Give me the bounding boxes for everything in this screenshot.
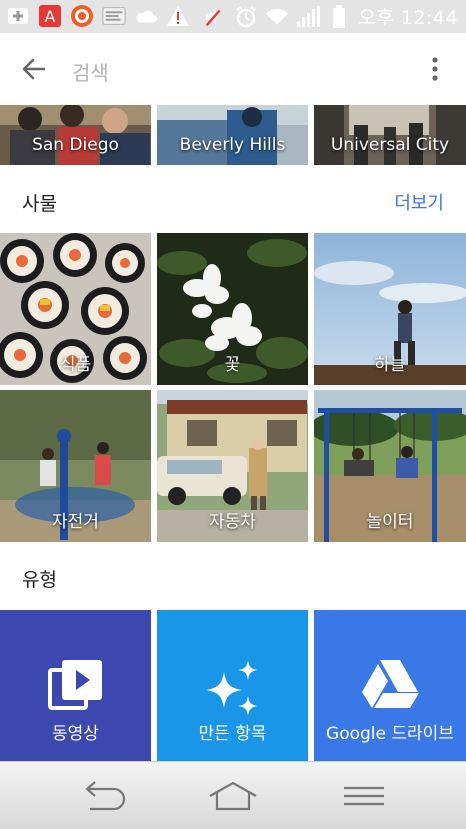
search-input[interactable]: 검색 [72, 57, 109, 86]
app-badge-icon: A [38, 4, 62, 28]
wifi-icon [265, 5, 289, 29]
menu-nav-icon [344, 786, 384, 806]
status-left-icons: A [6, 4, 190, 28]
thing-label: 식품 [59, 355, 92, 375]
thing-label: 꽃 [224, 355, 241, 375]
arrow-back-icon [22, 58, 46, 80]
status-right-icons: 오후 12:44 [203, 3, 458, 30]
thing-tile[interactable]: 하늘 [314, 233, 466, 385]
thing-label: 자동차 [209, 512, 256, 532]
nav-back-button[interactable] [78, 780, 128, 812]
warning-icon [166, 4, 190, 28]
back-button[interactable] [20, 55, 48, 83]
search-app-bar: 검색 [0, 33, 466, 105]
drive-icon [362, 660, 419, 708]
type-label: 동영상 [52, 724, 99, 744]
thing-tile[interactable]: 자동차 [157, 390, 308, 542]
battery-icon [327, 4, 351, 29]
type-tile-creations[interactable]: 만든 항목 [157, 610, 308, 761]
things-section-title: 사물 [22, 193, 57, 215]
mute-icon [203, 5, 227, 29]
place-tile[interactable]: Beverly Hills [157, 105, 308, 165]
type-tile-drive[interactable]: Google 드라이브 [314, 610, 466, 761]
thing-label: 하늘 [374, 355, 406, 375]
thing-label: 놀이터 [366, 512, 414, 532]
signal-icon [296, 5, 321, 29]
nav-menu-button[interactable] [340, 780, 390, 812]
nav-home-button[interactable] [208, 780, 258, 812]
cloud-icon [134, 4, 158, 28]
sparkle-icon [205, 660, 258, 716]
place-label: Beverly Hills [179, 135, 286, 155]
back-nav-icon [85, 781, 126, 811]
place-label: Universal City [330, 135, 450, 155]
type-label: Google 드라이브 [326, 724, 454, 744]
more-options-button[interactable] [430, 55, 440, 83]
type-label: 만든 항목 [198, 724, 267, 744]
thing-tile[interactable]: 자전거 [0, 390, 151, 542]
plus-notification-icon [6, 4, 30, 28]
svg-text:A: A [45, 7, 56, 26]
search-results: San Diego Beverly Hills Universal City 사… [0, 105, 466, 761]
target-icon [70, 4, 94, 28]
thing-tile[interactable]: 놀이터 [314, 390, 466, 542]
home-nav-icon [209, 781, 257, 811]
place-label: San Diego [32, 135, 119, 155]
status-bar: A 오후 12:44 [0, 0, 466, 33]
types-section-title: 유형 [22, 569, 57, 591]
video-icon [47, 660, 102, 710]
type-tile-videos[interactable]: 동영상 [0, 610, 151, 761]
place-tile[interactable]: San Diego [0, 105, 151, 165]
card-news-icon [102, 4, 126, 28]
place-tile[interactable]: Universal City [314, 105, 466, 165]
things-more-link[interactable]: 더보기 [394, 189, 444, 215]
status-time: 오후 12:44 [358, 7, 458, 29]
more-vert-icon [432, 57, 438, 81]
thing-tile[interactable]: 꽃 [157, 233, 308, 385]
alarm-icon [234, 5, 258, 29]
system-nav-bar [0, 761, 466, 829]
thing-tile[interactable]: 식품 [0, 233, 151, 385]
thing-label: 자전거 [52, 512, 99, 532]
